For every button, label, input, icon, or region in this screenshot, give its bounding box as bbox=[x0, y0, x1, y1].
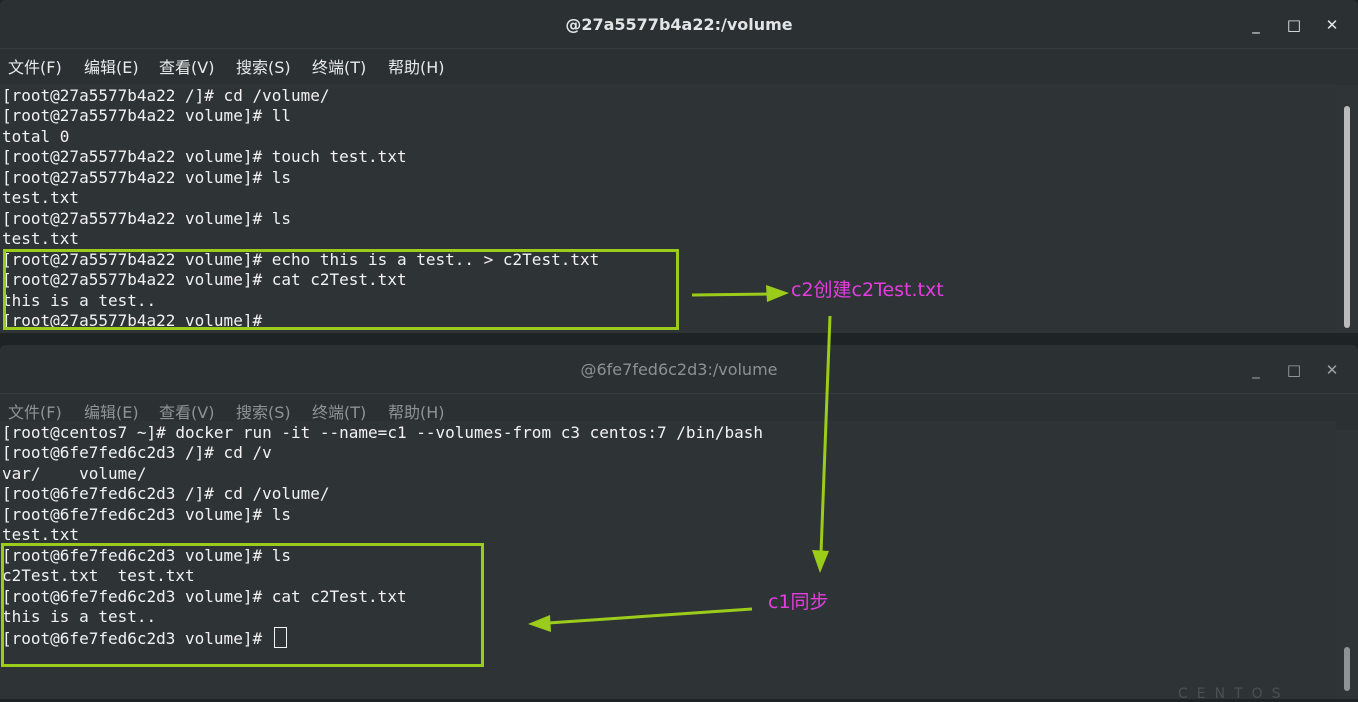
window-title: @6fe7fed6c2d3:/volume bbox=[580, 360, 778, 379]
terminal-line: [root@27a5577b4a22 volume]# touch test.t… bbox=[2, 147, 407, 166]
minimize-button[interactable]: _ bbox=[1244, 358, 1268, 382]
terminal-line: [root@27a5577b4a22 volume]# ll bbox=[2, 106, 291, 125]
terminal-line: [root@centos7 ~]# docker run -it --name=… bbox=[2, 423, 763, 442]
menu-bar: 文件(F) 编辑(E) 查看(V) 搜索(S) 终端(T) 帮助(H) bbox=[0, 48, 1358, 85]
highlight-box-c1 bbox=[1, 543, 484, 667]
maximize-button[interactable]: □ bbox=[1282, 358, 1306, 382]
scrollbar-thumb[interactable] bbox=[1344, 106, 1350, 328]
close-button[interactable]: ✕ bbox=[1320, 358, 1344, 382]
annotation-note-c2-create: c2创建c2Test.txt bbox=[791, 279, 944, 301]
annotation-note-c1-sync: c1同步 bbox=[768, 591, 829, 613]
highlight-box-c2 bbox=[3, 249, 679, 330]
terminal-line: test.txt bbox=[2, 525, 80, 544]
terminal-line: test.txt bbox=[2, 188, 80, 207]
terminal-line: [root@6fe7fed6c2d3 volume]# ls bbox=[2, 505, 291, 524]
terminal-line: [root@6fe7fed6c2d3 /]# cd /volume/ bbox=[2, 484, 330, 503]
scrollbar[interactable] bbox=[1344, 88, 1350, 328]
desktop-watermark: CENTOS bbox=[1178, 686, 1290, 702]
terminal-line: var/ volume/ bbox=[2, 464, 147, 483]
menu-help[interactable]: 帮助(H) bbox=[388, 49, 445, 85]
scrollbar[interactable] bbox=[1344, 425, 1350, 695]
terminal-line: [root@27a5577b4a22 volume]# ls bbox=[2, 209, 291, 228]
terminal-line: [root@6fe7fed6c2d3 /]# cd /v bbox=[2, 443, 272, 462]
close-button[interactable]: ✕ bbox=[1320, 13, 1344, 37]
maximize-button[interactable]: □ bbox=[1282, 13, 1306, 37]
menu-file[interactable]: 文件(F) bbox=[8, 49, 62, 85]
terminal-line: test.txt bbox=[2, 229, 80, 248]
menu-view[interactable]: 查看(V) bbox=[159, 49, 214, 85]
menu-search[interactable]: 搜索(S) bbox=[236, 49, 291, 85]
menu-edit[interactable]: 编辑(E) bbox=[84, 49, 139, 85]
title-bar[interactable]: @27a5577b4a22:/volume _ □ ✕ bbox=[0, 0, 1358, 48]
terminal-line: [root@27a5577b4a22 volume]# ls bbox=[2, 168, 291, 187]
scrollbar-thumb[interactable] bbox=[1344, 647, 1350, 691]
title-bar[interactable]: @6fe7fed6c2d3:/volume _ □ ✕ bbox=[0, 345, 1358, 393]
window-title: @27a5577b4a22:/volume bbox=[565, 15, 793, 34]
terminal-line: [root@27a5577b4a22 /]# cd /volume/ bbox=[2, 86, 330, 105]
menu-terminal[interactable]: 终端(T) bbox=[312, 49, 366, 85]
terminal-line: total 0 bbox=[2, 127, 70, 146]
minimize-button[interactable]: _ bbox=[1244, 13, 1268, 37]
